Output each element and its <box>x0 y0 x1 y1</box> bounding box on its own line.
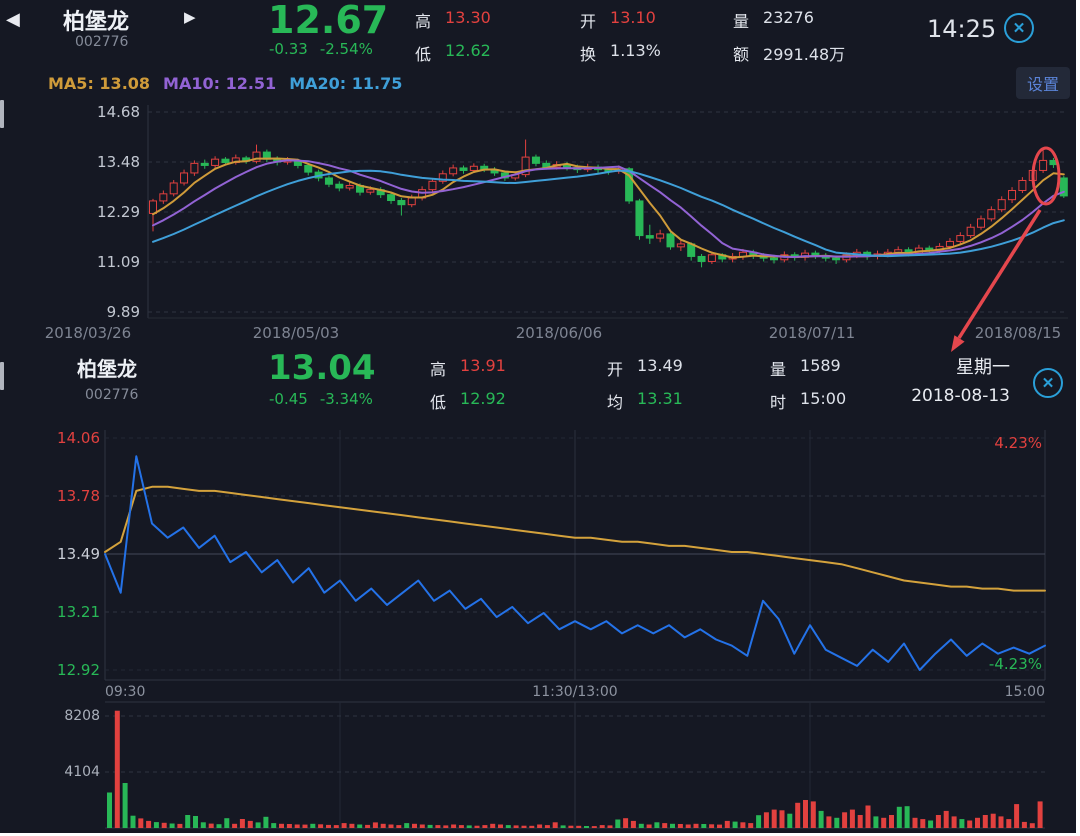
close-icon-2[interactable]: ✕ <box>1033 368 1063 398</box>
kline-date-label: 2018/07/11 <box>768 324 856 342</box>
intraday-y-label: 12.92 <box>57 661 100 679</box>
clock-time: 14:25 <box>927 15 997 43</box>
kline-y-label: 13.48 <box>97 153 140 171</box>
kline-chart-area[interactable] <box>148 105 1068 345</box>
stock-code-2: 002776 <box>85 387 139 403</box>
intraday-x-label: 11:30/13:00 <box>532 684 618 700</box>
kline-y-label: 11.09 <box>97 253 140 271</box>
stat-time-2: 时 15:00 <box>770 389 847 412</box>
intraday-x-label: 15:00 <box>1004 684 1045 700</box>
price-change: -0.33 <box>269 40 308 58</box>
settings-button[interactable]: 设置 <box>1016 67 1071 99</box>
ma20-legend: MA20: 11.75 <box>289 74 403 93</box>
stat-high: 高 13.30 <box>415 8 491 31</box>
volume-y-label: 4104 <box>64 764 100 780</box>
kline-date-label: 2018/08/15 <box>974 324 1062 342</box>
stat-high-2: 高 13.91 <box>430 356 506 379</box>
edge-scroll-mark-bottom <box>0 362 4 390</box>
stat-amount: 额 2991.48万 <box>733 45 846 64</box>
kline-y-label: 14.68 <box>97 103 140 121</box>
intraday-y-label: 14.06 <box>57 429 100 447</box>
intraday-y-label: 13.78 <box>57 487 100 505</box>
pct-low-label: -4.23% <box>988 655 1042 673</box>
stat-low-2: 低 12.92 <box>430 389 506 412</box>
stat-volume: 量 23276 <box>733 8 814 31</box>
kline-date-label: 2018/05/03 <box>252 324 340 342</box>
ma10-legend: MA10: 12.51 <box>163 74 277 93</box>
close-icon[interactable]: ✕ <box>1004 13 1034 43</box>
current-price: 12.67 <box>268 0 389 42</box>
date-label: 2018-08-13 <box>911 386 1010 406</box>
kline-y-label: 12.29 <box>97 203 140 221</box>
stock-name-2: 柏堡龙 <box>77 357 137 381</box>
stat-turnover: 换 1.13% <box>580 41 661 64</box>
stat-open: 开 13.10 <box>580 8 656 31</box>
ma5-legend: MA5: 13.08 <box>48 74 151 93</box>
volume-chart-area[interactable] <box>105 702 1045 828</box>
pct-high-label: 4.23% <box>994 434 1042 452</box>
edge-scroll-mark-top <box>0 100 4 128</box>
stat-low: 低 12.62 <box>415 41 491 64</box>
price-change-pct: -2.54% <box>319 40 373 58</box>
close-price-2: 13.04 <box>268 348 376 388</box>
stat-avg-2: 均 13.31 <box>607 389 683 412</box>
price-change-2: -0.45 <box>269 390 308 408</box>
price-change-pct-2: -3.34% <box>319 390 373 408</box>
intraday-y-label: 13.49 <box>57 545 100 563</box>
stock-code: 002776 <box>75 34 129 50</box>
stock-name: 柏堡龙 <box>63 10 130 35</box>
kline-date-label: 2018/03/26 <box>44 324 132 342</box>
stat-open-2: 开 13.49 <box>607 356 683 379</box>
volume-y-label: 8208 <box>64 708 100 724</box>
intraday-chart-area[interactable] <box>105 430 1045 680</box>
stat-volume-2: 量 1589 <box>770 356 841 379</box>
stock-app-screen: ◀ 柏堡龙 ▶ 002776 12.67 -0.33 -2.54% 高 13.3… <box>0 0 1076 833</box>
back-arrow-icon[interactable]: ◀ <box>6 9 20 30</box>
weekday-label: 星期一 <box>956 357 1010 378</box>
next-arrow-icon[interactable]: ▶ <box>184 8 196 26</box>
intraday-x-label: 09:30 <box>105 684 146 700</box>
intraday-y-label: 13.21 <box>57 603 100 621</box>
kline-date-label: 2018/06/06 <box>515 324 603 342</box>
kline-y-label: 9.89 <box>106 303 140 321</box>
